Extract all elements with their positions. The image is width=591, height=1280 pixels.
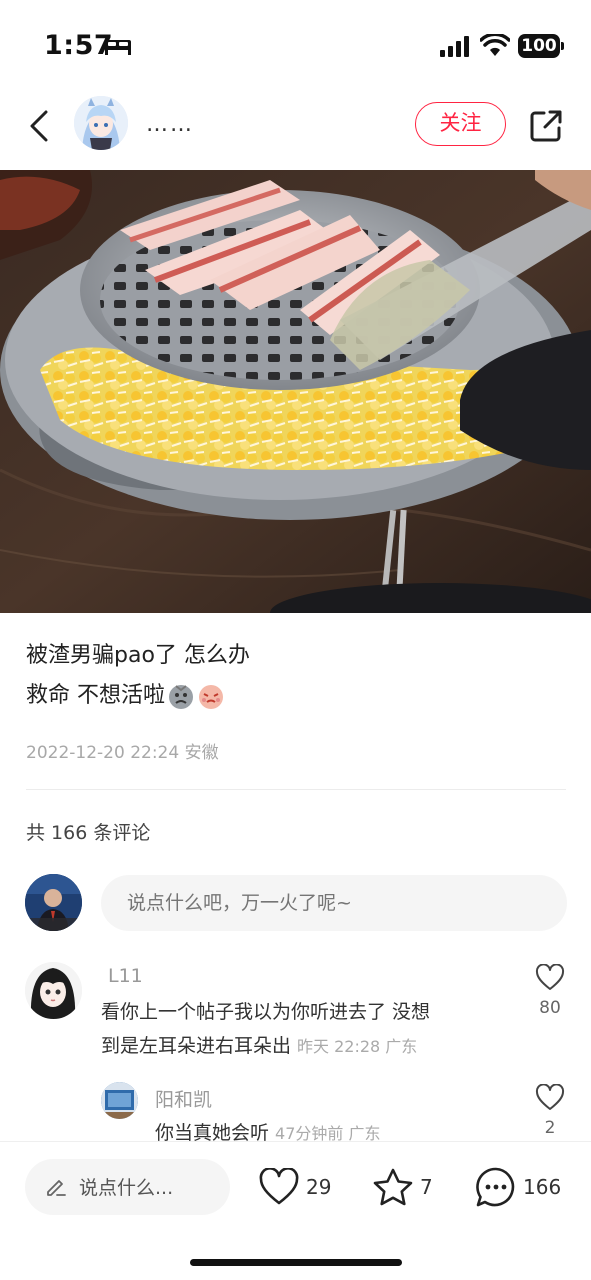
divider (26, 789, 566, 790)
post-body-line: 救命 不想活啦 (26, 676, 566, 716)
chevron-left-icon[interactable] (26, 106, 56, 146)
current-user-avatar (25, 874, 82, 931)
home-indicator[interactable] (190, 1259, 402, 1266)
crying-face-emoji-icon (199, 685, 223, 709)
post-body-text: 救命 不想活啦 (26, 683, 165, 708)
chat-bubble-icon (476, 1167, 515, 1207)
collect-button[interactable]: 7 (372, 1164, 433, 1210)
share-icon[interactable] (528, 108, 564, 144)
comment-meta: 昨天 22:28 广东 (297, 1037, 418, 1056)
comment-count: 共 166 条评论 (26, 822, 151, 844)
collect-count: 7 (420, 1175, 433, 1199)
heart-icon (535, 963, 565, 990)
follow-button[interactable]: 关注 (415, 102, 506, 146)
comment-input[interactable] (101, 875, 567, 931)
comment-total-count: 166 (523, 1175, 562, 1199)
author-avatar[interactable] (74, 96, 128, 150)
post-image[interactable] (0, 170, 591, 613)
author-name[interactable]: …… (146, 112, 194, 137)
cellular-signal-icon (440, 36, 469, 57)
pencil-icon (47, 1180, 66, 1196)
battery-tip (561, 42, 564, 50)
like-count: 29 (306, 1175, 332, 1199)
heart-icon (535, 1083, 565, 1110)
post-title: 被渣男骗pao了 怎么办 (26, 643, 250, 668)
post-content: 被渣男骗pao了 怎么办 救命 不想活啦 (26, 636, 566, 716)
bottom-input-placeholder: 说点什么... (79, 1177, 174, 1199)
comment-text-line: 到是左耳朵进右耳朵出 (101, 1035, 292, 1057)
commenter-name[interactable]: 阳和凯 (155, 1085, 212, 1112)
comment-like-button[interactable]: 80 (533, 963, 567, 1018)
wifi-icon (480, 34, 510, 56)
battery-indicator: 100 (518, 34, 560, 58)
comment-like-button[interactable]: 2 (533, 1083, 567, 1138)
post-date-location: 2022-12-20 22:24 安徽 (26, 743, 219, 763)
commenter-avatar[interactable] (101, 1082, 138, 1119)
post-header: …… 关注 (0, 90, 591, 170)
sleep-mode-icon (105, 40, 131, 55)
comment-like-count: 2 (544, 1118, 556, 1138)
comment-text: 看你上一个帖子我以为你听进去了 没想 到是左耳朵进右耳朵出 昨天 22:28 广东 (101, 995, 521, 1064)
comment-like-count: 80 (539, 998, 561, 1018)
star-icon (373, 1168, 413, 1206)
commenter-name[interactable]: L11 (108, 965, 143, 987)
heart-icon (259, 1168, 299, 1205)
like-button[interactable]: 29 (258, 1164, 331, 1210)
status-time: 1:57 (44, 30, 114, 61)
bottom-comment-input[interactable]: 说点什么... (25, 1159, 230, 1215)
comment-text-line: 看你上一个帖子我以为你听进去了 没想 (101, 1001, 431, 1023)
comment-button[interactable]: 166 (475, 1164, 561, 1210)
commenter-avatar[interactable] (25, 962, 82, 1019)
status-bar: 1:57 100 (0, 0, 591, 90)
sad-face-emoji-icon (169, 685, 193, 709)
